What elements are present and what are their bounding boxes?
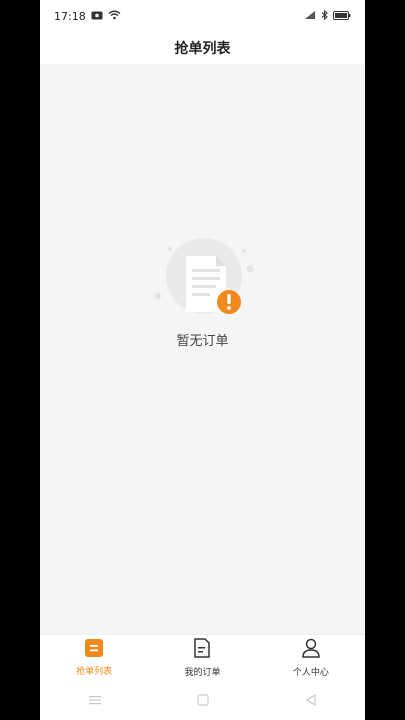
empty-state-text: 暂无订单 [176, 334, 229, 349]
bluetooth-icon [321, 9, 328, 23]
document-icon [193, 637, 211, 662]
tab-my-orders[interactable]: 我的订单 [148, 635, 256, 680]
tab-profile[interactable]: 个人中心 [257, 635, 365, 680]
tab-grab-orders[interactable]: 抢单列表 [40, 635, 148, 680]
home-icon[interactable] [197, 691, 210, 710]
empty-document-icon [148, 234, 258, 324]
system-navigation-bar [40, 680, 365, 720]
back-icon[interactable] [305, 691, 317, 710]
battery-icon [333, 10, 351, 23]
bottom-tab-bar: 抢单列表 我的订单 个人中心 [40, 634, 365, 680]
message-icon [91, 10, 103, 23]
status-time: 17:18 [54, 9, 86, 23]
signal-icon [304, 10, 316, 23]
page-title: 抢单列表 [174, 41, 231, 57]
app-screen: 17:18 抢单列表 暂无订单 抢单列表 我的订单 个人中心 [40, 0, 365, 720]
person-icon [301, 638, 321, 662]
title-bar: 抢单列表 [40, 32, 365, 64]
list-icon [85, 638, 104, 661]
status-bar: 17:18 [40, 0, 365, 32]
tab-label: 我的订单 [184, 667, 221, 678]
empty-state: 暂无订单 [40, 234, 365, 349]
order-list-area[interactable]: 暂无订单 [40, 64, 365, 634]
menu-icon[interactable] [88, 691, 102, 710]
tab-label: 个人中心 [292, 667, 329, 678]
wifi-icon [108, 10, 121, 23]
tab-label: 抢单列表 [76, 666, 113, 677]
